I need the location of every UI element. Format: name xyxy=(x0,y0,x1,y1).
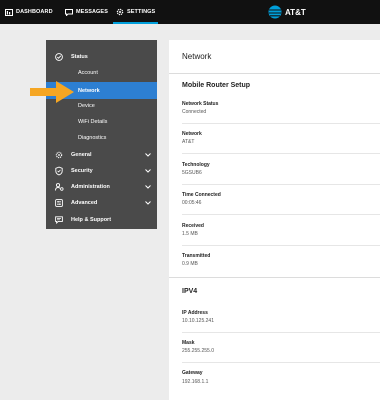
att-logo: AT&T xyxy=(268,5,306,19)
field-mask-value: 255.255.255.0 xyxy=(182,348,214,354)
field-received-label: Received xyxy=(182,223,204,229)
field-gateway-value: 192.168.1.1 xyxy=(182,379,209,385)
sidebar-item-general-label: General xyxy=(71,152,92,158)
page-title: Network xyxy=(182,52,212,61)
check-circle-icon xyxy=(55,53,63,61)
field-network-label: Network xyxy=(182,131,202,137)
gear-icon xyxy=(116,8,124,16)
sidebar-item-network-label: Network xyxy=(78,87,100,94)
brand-label: AT&T xyxy=(285,7,306,17)
section-ipv4: IPV4 xyxy=(182,288,198,295)
sidebar-item-wifi-details-label: WiFi Details xyxy=(78,119,108,125)
field-ip-address-label: IP Address xyxy=(182,310,208,316)
shield-icon xyxy=(55,166,63,176)
nav-settings[interactable]: SETTINGS xyxy=(112,0,159,24)
sidebar-item-account[interactable]: Account xyxy=(46,66,157,80)
network-panel: Network Mobile Router Setup Network Stat… xyxy=(169,40,380,400)
field-ip-address-value: 10.10.125.241 xyxy=(182,318,214,324)
nav-dashboard-label: DASHBOARD xyxy=(16,9,53,15)
gear-icon xyxy=(55,151,63,159)
field-divider xyxy=(182,123,380,124)
user-gear-icon xyxy=(55,183,64,191)
field-time-connected-value: 00:05:46 xyxy=(182,200,202,206)
field-technology-value: 5GSUB6 xyxy=(182,170,202,176)
nav-settings-label: SETTINGS xyxy=(127,9,156,15)
sidebar-item-help-support[interactable]: Help & Support xyxy=(46,213,157,227)
nav-messages-label: MESSAGES xyxy=(76,9,108,15)
sidebar-item-administration-label: Administration xyxy=(71,184,110,190)
title-divider xyxy=(169,73,380,74)
field-network-status-label: Network Status xyxy=(182,101,219,107)
globe-icon xyxy=(268,5,282,19)
sidebar-item-device-label: Device xyxy=(78,103,95,109)
sidebar-item-status-label: Status xyxy=(71,54,88,60)
sidebar-item-wifi-details[interactable]: WiFi Details xyxy=(46,115,157,129)
sidebar-item-general[interactable]: General xyxy=(46,148,157,162)
sidebar-item-help-support-label: Help & Support xyxy=(71,217,112,223)
messages-icon xyxy=(65,8,73,16)
field-network-status-value: Connected xyxy=(182,109,207,115)
field-divider xyxy=(182,245,380,246)
arrow-right-icon xyxy=(30,81,74,103)
dashboard-icon xyxy=(5,8,13,16)
section-mobile-router-setup: Mobile Router Setup xyxy=(182,82,251,89)
field-received-value: 1.5 MB xyxy=(182,231,198,237)
chat-bubble-icon xyxy=(55,216,63,224)
chevron-down-icon xyxy=(145,201,151,205)
sidebar-item-security-label: Security xyxy=(71,168,93,174)
sidebar-item-diagnostics-label: Diagnostics xyxy=(78,135,107,141)
field-network-value: AT&T xyxy=(182,139,195,145)
field-divider xyxy=(182,332,380,333)
field-divider xyxy=(182,362,380,363)
top-nav-bar: DASHBOARD MESSAGES SETTINGS AT&T xyxy=(0,0,380,24)
sidebar-item-status[interactable]: Status xyxy=(46,50,157,64)
sidebar-item-account-label: Account xyxy=(78,70,98,76)
sidebar-item-advanced-label: Advanced xyxy=(71,200,98,206)
sidebar-item-advanced[interactable]: Advanced xyxy=(46,196,157,210)
sidebar-item-administration[interactable]: Administration xyxy=(46,180,157,194)
chevron-down-icon xyxy=(145,153,151,157)
sidebar-item-security[interactable]: Security xyxy=(46,164,157,178)
chevron-down-icon xyxy=(145,169,151,173)
field-gateway-label: Gateway xyxy=(182,370,203,376)
field-mask-label: Mask xyxy=(182,340,195,346)
field-transmitted-value: 0.9 MB xyxy=(182,261,198,267)
field-time-connected-label: Time Connected xyxy=(182,192,221,198)
field-technology-label: Technology xyxy=(182,162,210,168)
chevron-down-icon xyxy=(145,185,151,189)
field-divider xyxy=(182,153,380,154)
field-divider xyxy=(182,184,380,185)
settings-sidebar: Status Account Network Device WiFi Detai… xyxy=(46,40,157,229)
sidebar-item-diagnostics[interactable]: Diagnostics xyxy=(46,131,157,145)
nav-messages[interactable]: MESSAGES xyxy=(65,0,108,24)
sliders-icon xyxy=(55,199,63,207)
field-transmitted-label: Transmitted xyxy=(182,253,211,259)
nav-dashboard[interactable]: DASHBOARD xyxy=(5,0,53,24)
section-divider xyxy=(169,277,380,278)
field-divider xyxy=(182,214,380,215)
